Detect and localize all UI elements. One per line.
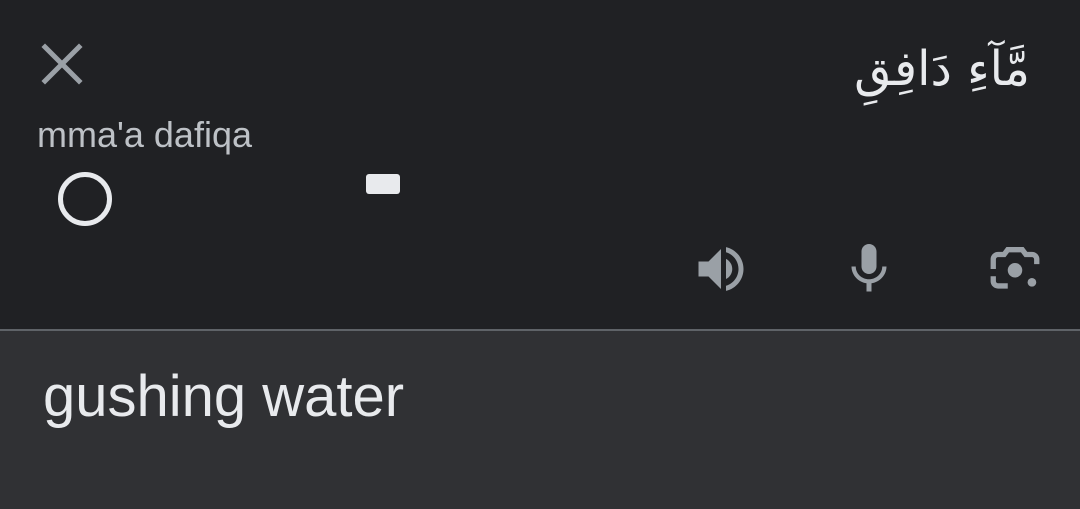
translation-text[interactable]: gushing water <box>43 363 404 430</box>
close-icon <box>41 43 83 85</box>
partial-icon-circle <box>58 172 112 226</box>
volume-icon <box>698 247 744 291</box>
partial-icon-square <box>366 174 400 194</box>
target-panel: gushing water <box>0 331 1080 509</box>
source-panel: مَّآءِ دَافِقِ mma'a dafiqa <box>0 0 1080 329</box>
microphone-button[interactable] <box>838 238 900 300</box>
camera-lens-icon <box>990 247 1040 289</box>
listen-button[interactable] <box>690 238 752 300</box>
close-button[interactable] <box>36 38 88 90</box>
source-text[interactable]: مَّآءِ دَافِقِ <box>854 36 1030 103</box>
camera-button[interactable] <box>984 238 1046 300</box>
microphone-icon <box>851 244 887 292</box>
transliteration-text: mma'a dafiqa <box>37 114 252 155</box>
translate-screen: مَّآءِ دَافِقِ mma'a dafiqa gushing wate… <box>0 0 1080 509</box>
